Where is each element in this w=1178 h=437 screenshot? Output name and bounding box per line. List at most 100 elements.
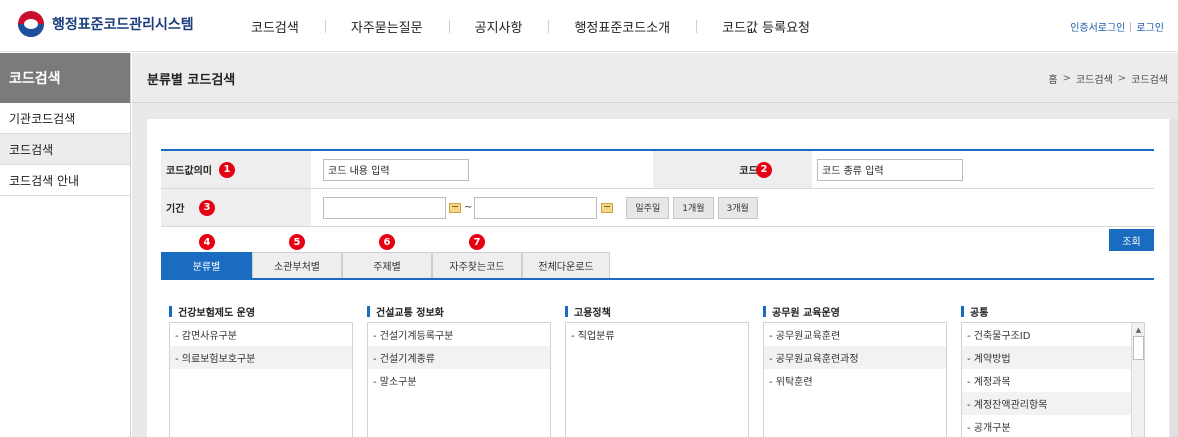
period-start-input[interactable] (323, 196, 446, 219)
bullet-icon (961, 305, 964, 317)
breadcrumb: 홈 > 코드검색 > 코드검색 (1048, 71, 1168, 86)
scroll-thumb[interactable] (1133, 336, 1144, 360)
breadcrumb-code-search[interactable]: 코드검색 (1076, 71, 1113, 86)
category-title: 고용정책 (565, 304, 611, 319)
badge-3: 3 (199, 199, 215, 216)
bullet-icon (367, 305, 370, 317)
code-name-label-cell: 코드명 2 (653, 151, 812, 188)
main-nav: 코드검색 자주묻는질문 공지사항 행정표준코드소개 코드값 등록요청 (225, 0, 836, 52)
sidebar-item-code-search-guide[interactable]: 코드검색 안내 (0, 165, 130, 196)
code-name-cell: 코드 종류 입력 (812, 151, 1154, 188)
category-column: 공통 - 건축물구조ID - 계약방법 - 계정과목 - 계정잔액관리항목 - … (961, 304, 1145, 437)
breadcrumb-current: 코드검색 (1131, 75, 1168, 86)
category-column: 고용정책 - 직업분류 (565, 304, 749, 437)
sidebar-title: 코드검색 (0, 53, 130, 103)
cert-login-link[interactable]: 인증서로그인 (1070, 19, 1125, 34)
nav-code-request[interactable]: 코드값 등록요청 (696, 17, 836, 36)
list-item[interactable]: - 건축물구조ID (962, 323, 1144, 346)
breadcrumb-arrow-icon: > (1117, 73, 1127, 84)
list-item[interactable]: - 공무원교육훈련과정 (764, 346, 946, 369)
nav-faq[interactable]: 자주묻는질문 (324, 17, 449, 36)
calendar-icon[interactable] (601, 202, 614, 213)
category-list: - 직업분류 (565, 322, 749, 437)
page-title: 분류별 코드검색 (147, 73, 236, 88)
login-link[interactable]: 로그인 (1136, 19, 1164, 34)
nav-intro[interactable]: 행정표준코드소개 (548, 17, 696, 36)
form-row-period: 기간 3 ~ 일주일 1개월 3개월 (161, 189, 1154, 227)
scroll-up-arrow-icon[interactable]: ▲ (1132, 323, 1144, 336)
tab-frequent-codes[interactable]: 7 자주찾는코드 (432, 234, 522, 278)
tab-by-category[interactable]: 4 분류별 (161, 234, 252, 278)
nav-notice[interactable]: 공지사항 (448, 17, 549, 36)
list-item[interactable]: - 감면사유구분 (170, 323, 352, 346)
badge-1: 1 (219, 161, 235, 178)
list-item[interactable]: - 건설기계종류 (368, 346, 550, 369)
code-meaning-label-cell: 코드값의미 1 (161, 151, 311, 188)
calendar-icon[interactable] (449, 202, 461, 213)
badge-7: 7 (469, 234, 485, 250)
search-button[interactable]: 조회 (1109, 229, 1154, 251)
bullet-icon (763, 305, 766, 317)
bullet-icon (565, 305, 568, 317)
category-list: - 건축물구조ID - 계약방법 - 계정과목 - 계정잔액관리항목 - 공개구… (961, 322, 1145, 437)
code-name-input[interactable]: 코드 종류 입력 (817, 158, 963, 181)
badge-2: 2 (756, 161, 772, 178)
util-divider (1130, 21, 1132, 32)
page-scrollbar[interactable] (1170, 119, 1178, 437)
category-column: 건강보험제도 운영 - 감면사유구분 - 의료보험보호구분 (169, 304, 353, 437)
nav-code-search[interactable]: 코드검색 (225, 17, 325, 36)
badge-6: 6 (379, 234, 395, 250)
category-column: 공무원 교육운영 - 공무원교육훈련 - 공무원교육훈련과정 - 위탁훈련 (763, 304, 947, 437)
list-item[interactable]: - 의료보험보호구분 (170, 346, 352, 369)
week-button[interactable]: 일주일 (626, 196, 670, 219)
list-item[interactable]: - 직업분류 (566, 323, 748, 346)
category-title: 건강보험제도 운영 (169, 304, 255, 319)
code-meaning-cell: 코드 내용 입력 (311, 151, 653, 188)
tab-by-ministry[interactable]: 5 소관부처별 (252, 234, 342, 278)
site-title: 행정표준코드관리시스템 (52, 17, 194, 33)
category-column: 건설교통 정보화 - 건설기계등록구분 - 건설기계종류 - 말소구분 (367, 304, 551, 437)
tab-label: 소관부처별 (274, 262, 320, 273)
tab-label: 분류별 (192, 262, 221, 273)
three-month-button[interactable]: 3개월 (717, 196, 758, 219)
sidebar-item-code-search[interactable]: 코드검색 (0, 134, 130, 165)
tab-download-all[interactable]: 전체다운로드 (522, 252, 610, 278)
period-end-input[interactable] (474, 196, 598, 219)
tab-label: 전체다운로드 (538, 262, 594, 273)
main-content: 분류별 코드검색 홈 > 코드검색 > 코드검색 코드값의미 1 코드 내용 입… (132, 53, 1178, 437)
code-meaning-label: 코드값의미 (166, 166, 212, 177)
category-list: - 공무원교육훈련 - 공무원교육훈련과정 - 위탁훈련 (763, 322, 947, 437)
tab-by-subject[interactable]: 6 주제별 (342, 234, 432, 278)
category-title: 공무원 교육운영 (763, 304, 840, 319)
badge-5: 5 (289, 234, 305, 250)
breadcrumb-arrow-icon: > (1062, 73, 1071, 84)
list-item[interactable]: - 계정잔액관리항목 (962, 392, 1144, 415)
form-row-code: 코드값의미 1 코드 내용 입력 코드명 2 코드 종류 입력 (161, 151, 1154, 189)
badge-4: 4 (199, 234, 215, 250)
category-list: - 감면사유구분 - 의료보험보호구분 (169, 322, 353, 437)
code-meaning-input[interactable]: 코드 내용 입력 (323, 158, 469, 181)
top-header: 행정표준코드관리시스템 코드검색 자주묻는질문 공지사항 행정표준코드소개 코드… (0, 0, 1178, 52)
category-title: 공통 (961, 304, 988, 319)
util-links: 인증서로그인 로그인 (1070, 19, 1164, 34)
list-item[interactable]: - 공개구분 (962, 415, 1144, 437)
one-month-button[interactable]: 1개월 (673, 196, 714, 219)
list-item[interactable]: - 말소구분 (368, 369, 550, 392)
list-item[interactable]: - 건설기계등록구분 (368, 323, 550, 346)
breadcrumb-home[interactable]: 홈 (1048, 71, 1057, 86)
list-item[interactable]: - 위탁훈련 (764, 369, 946, 392)
list-scrollbar[interactable]: ▲ (1131, 323, 1144, 437)
list-item[interactable]: - 계정과목 (962, 369, 1144, 392)
search-panel: 코드값의미 1 코드 내용 입력 코드명 2 코드 종류 입력 기간 3 ~ 일… (147, 119, 1169, 437)
category-title: 건설교통 정보화 (367, 304, 444, 319)
list-item[interactable]: - 계약방법 (962, 346, 1144, 369)
page-header: 분류별 코드검색 홈 > 코드검색 > 코드검색 (132, 53, 1178, 103)
period-label: 기간 (166, 204, 185, 215)
list-item[interactable]: - 공무원교육훈련 (764, 323, 946, 346)
period-cell: ~ 일주일 1개월 3개월 (311, 189, 1154, 226)
site-logo[interactable]: 행정표준코드관리시스템 (18, 11, 194, 37)
sidebar-item-agency-code-search[interactable]: 기관코드검색 (0, 103, 130, 134)
tab-label: 자주찾는코드 (449, 262, 505, 273)
period-tilde: ~ (464, 202, 473, 213)
bullet-icon (169, 305, 172, 317)
